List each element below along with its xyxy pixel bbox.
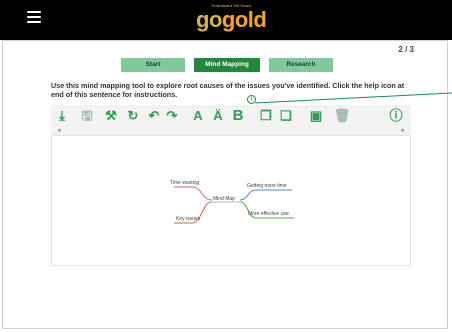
- font-size-increase-icon[interactable]: Ä: [209, 108, 227, 124]
- mind-map-toolbar: ⤓ 🖫 ⚒ ↻ ↶ ↷ A Ä B ❐ ❏ ▣ 🗑 ⓘ ◂ ▸: [51, 105, 411, 135]
- scroll-left-arrow-icon[interactable]: ◂: [57, 126, 61, 134]
- paste-icon[interactable]: ❏: [277, 108, 295, 124]
- add-node-icon[interactable]: ⤓: [53, 108, 71, 124]
- mind-map-node-key-issues[interactable]: Key issues: [176, 216, 200, 222]
- refresh-icon[interactable]: ↻: [124, 108, 142, 124]
- gogold-logo[interactable]: Gold Award Girl Scout gogold: [196, 2, 267, 36]
- tab-mind-mapping[interactable]: Mind Mapping: [194, 58, 260, 72]
- copy-icon[interactable]: ❐: [257, 108, 275, 124]
- branch-getting-more-time: [239, 189, 292, 201]
- logo-gold: gold: [221, 7, 267, 32]
- mind-map-node-more-effective-use[interactable]: More effective use: [248, 211, 289, 217]
- mind-map-center-node[interactable]: Mind Map: [213, 196, 235, 202]
- font-size-decrease-icon[interactable]: A: [189, 108, 207, 124]
- branch-time-wasting: [174, 186, 213, 201]
- tab-research[interactable]: Research: [269, 58, 333, 72]
- scroll-right-arrow-icon[interactable]: ▸: [401, 126, 405, 134]
- bold-icon[interactable]: B: [229, 108, 247, 124]
- logo-wordmark: gogold: [196, 7, 267, 33]
- magic-wand-icon[interactable]: ⚒: [102, 108, 120, 124]
- pointer-arrow: [254, 92, 452, 104]
- mind-map-node-getting-more-time[interactable]: Getting more time: [247, 183, 287, 189]
- undo-icon[interactable]: ↶: [145, 108, 163, 124]
- page-indicator: 2 / 3: [398, 45, 414, 54]
- top-bar: Gold Award Girl Scout gogold: [0, 0, 452, 40]
- tab-start[interactable]: Start: [121, 58, 185, 72]
- logo-go: go: [196, 7, 222, 32]
- image-icon[interactable]: ▣: [307, 108, 325, 124]
- mind-map-canvas[interactable]: Mind Map Time wasting Key issues Getting…: [51, 135, 411, 266]
- step-tabs: Start Mind Mapping Research: [0, 58, 452, 72]
- save-icon[interactable]: 🖫: [78, 108, 96, 124]
- redo-icon[interactable]: ↷: [163, 108, 181, 124]
- hamburger-menu-icon[interactable]: [27, 11, 41, 23]
- delete-icon[interactable]: 🗑: [333, 108, 351, 124]
- mind-map-node-time-wasting[interactable]: Time wasting: [170, 180, 199, 186]
- toolbar-info-icon[interactable]: ⓘ: [387, 108, 405, 124]
